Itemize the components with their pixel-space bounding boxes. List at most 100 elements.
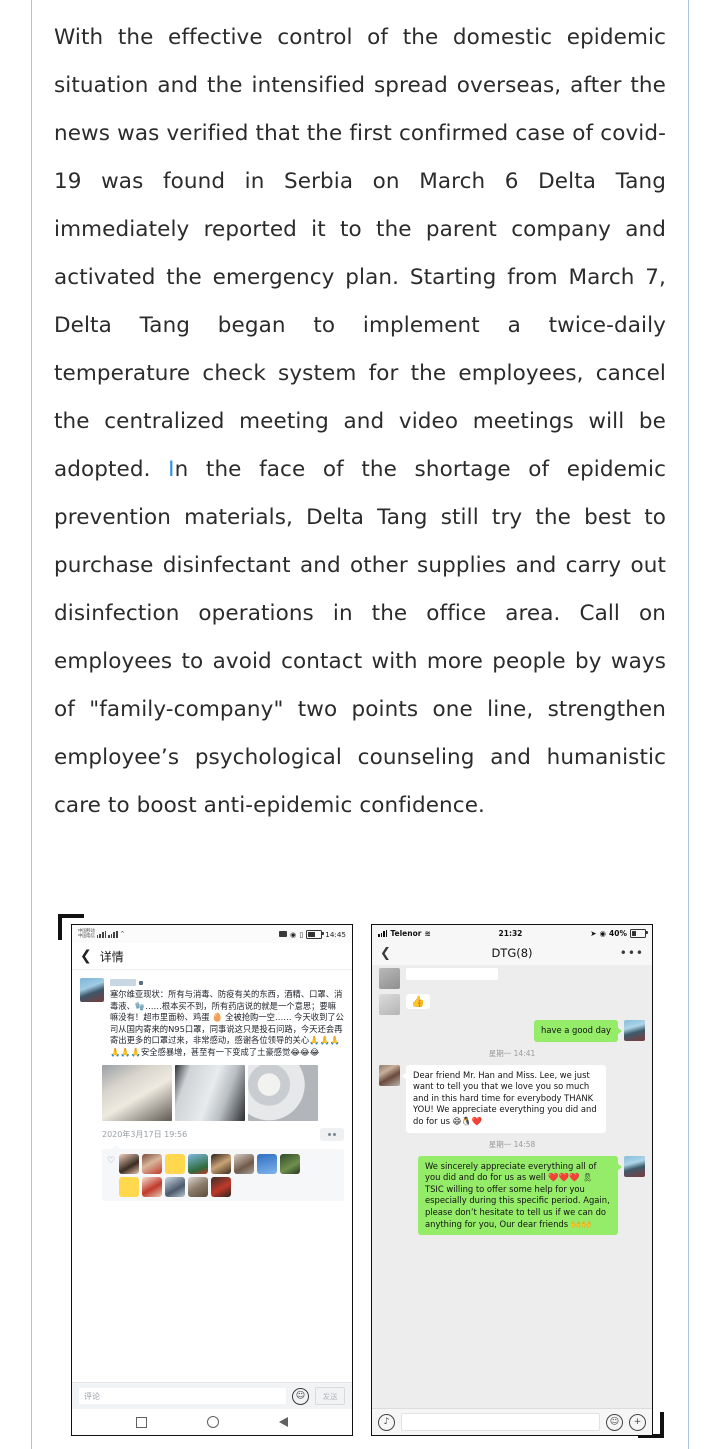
- post-photo-1[interactable]: [102, 1064, 172, 1121]
- avatar[interactable]: [624, 1155, 645, 1177]
- signal-bars-icon: [378, 929, 388, 937]
- status-right-group: ◉ ▯ 14:45: [279, 929, 346, 939]
- carrier-labels: 中国移动 中国电信: [78, 929, 95, 939]
- message-bubble-outgoing: We sincerely appreciate everything all o…: [418, 1155, 622, 1236]
- message-bubble-outgoing: have a good day: [534, 1020, 622, 1042]
- hd-icon: [279, 931, 288, 937]
- voice-message-icon[interactable]: ♪: [378, 1413, 395, 1431]
- paragraph-text-after-caret: n the face of the shortage of epidemic p…: [54, 457, 666, 818]
- post-photo-3[interactable]: [248, 1064, 318, 1121]
- emoji-icon[interactable]: ☺: [606, 1413, 623, 1431]
- post-photo-grid[interactable]: [102, 1064, 352, 1121]
- poster-badge-icon: [139, 980, 143, 985]
- poster-name-redacted: [110, 979, 136, 986]
- vibrate-icon: ▯: [299, 929, 304, 939]
- liker-avatar[interactable]: [211, 1153, 232, 1174]
- back-triangle-icon[interactable]: [279, 1417, 288, 1427]
- message-row: Dear friend Mr. Han and Miss. Lee, we ju…: [379, 1064, 645, 1133]
- document-body: With the effective control of the domest…: [54, 0, 666, 830]
- post-body-text: 塞尔维亚现状：所有与消毒、防疫有关的东西，酒精、口罩、消毒液、🧤……根本买不到，…: [110, 989, 344, 1057]
- figure-block: 中国移动 中国电信 ⌃ ◉ ▯ 14:45 ❮ 详情 塞尔维亚现状：所有与消毒、…: [55, 906, 667, 1446]
- back-icon[interactable]: ❮: [80, 949, 92, 963]
- comment-input[interactable]: 评论: [79, 1388, 286, 1404]
- screen-title: 详情: [99, 949, 124, 964]
- add-attachment-icon[interactable]: +: [629, 1413, 646, 1431]
- liker-avatars: [119, 1153, 315, 1197]
- liker-avatar[interactable]: [119, 1176, 140, 1197]
- back-icon[interactable]: ❮: [380, 946, 410, 961]
- paragraph-text-before-caret: With the effective control of the domest…: [54, 25, 666, 482]
- ios-status-bar: Telenor ≋ 21:32 ➤ ◉ 40%: [372, 925, 652, 941]
- recents-icon[interactable]: [136, 1416, 147, 1428]
- poster-name-row: [110, 978, 344, 987]
- post-content: 塞尔维亚现状：所有与消毒、防疫有关的东西，酒精、口罩、消毒液、🧤……根本买不到，…: [110, 978, 344, 1059]
- liker-avatar[interactable]: [211, 1176, 232, 1197]
- status-left-group: 中国移动 中国电信 ⌃: [78, 929, 125, 939]
- liker-avatar[interactable]: [142, 1153, 163, 1174]
- avatar[interactable]: [379, 994, 400, 1015]
- liker-avatar[interactable]: [257, 1153, 278, 1174]
- android-nav-bar: ❮ 详情: [72, 943, 352, 970]
- ios-nav-bar: ❮ DTG(8) •••: [372, 941, 652, 966]
- battery-icon: [306, 929, 324, 939]
- liker-avatar[interactable]: [165, 1153, 186, 1174]
- post-actions-button[interactable]: [320, 1127, 344, 1141]
- alarm-icon: ◉: [599, 928, 607, 938]
- carrier-line-2: 中国电信: [78, 934, 95, 939]
- wifi-icon: ≋: [424, 928, 431, 938]
- liker-avatar[interactable]: [165, 1176, 186, 1197]
- chat-message-list[interactable]: 👍 have a good day 星期一 14:41 Dear friend …: [372, 965, 652, 1409]
- timestamp-divider: 星期一 14:41: [488, 1048, 536, 1058]
- likes-panel: ♡: [102, 1144, 344, 1201]
- liker-avatar[interactable]: [142, 1176, 163, 1197]
- timestamp-divider: 星期一 14:58: [488, 1139, 536, 1149]
- signal-bars-icon-1: [96, 930, 107, 938]
- home-icon[interactable]: [207, 1416, 219, 1428]
- liker-avatar[interactable]: [188, 1153, 209, 1174]
- left-margin-rule: [31, 0, 32, 1449]
- status-left-group: Telenor ≋: [378, 929, 431, 938]
- wifi-icon: ⌃: [119, 930, 126, 938]
- message-bubble-incoming: Dear friend Mr. Han and Miss. Lee, we ju…: [402, 1064, 606, 1133]
- liker-avatar[interactable]: [280, 1153, 301, 1174]
- poster-avatar[interactable]: [80, 978, 104, 1002]
- message-row: [379, 968, 645, 989]
- status-right-group: ➤ ◉ 40%: [590, 928, 648, 938]
- liker-avatar[interactable]: [119, 1153, 140, 1174]
- carrier-label: Telenor: [390, 928, 422, 938]
- send-button[interactable]: 发送: [315, 1387, 345, 1405]
- screenshot-pair: 中国移动 中国电信 ⌃ ◉ ▯ 14:45 ❮ 详情 塞尔维亚现状：所有与消毒、…: [71, 924, 653, 1436]
- android-status-bar: 中国移动 中国电信 ⌃ ◉ ▯ 14:45: [72, 925, 352, 943]
- status-time: 21:32: [498, 928, 523, 938]
- ios-chat-screenshot: Telenor ≋ 21:32 ➤ ◉ 40% ❮ DTG(8) ••• 👍 h…: [371, 924, 653, 1436]
- post-photo-2[interactable]: [175, 1064, 245, 1121]
- message-row: have a good day: [379, 1020, 645, 1042]
- android-soft-keys: [72, 1409, 352, 1435]
- liker-avatar[interactable]: [188, 1176, 209, 1197]
- message-bubble-partial: [406, 968, 498, 980]
- heart-icon[interactable]: ♡: [107, 1154, 115, 1168]
- message-row: 👍: [379, 994, 645, 1015]
- emoji-icon[interactable]: ☺: [292, 1387, 309, 1405]
- liker-avatar[interactable]: [234, 1153, 255, 1174]
- status-time: 14:45: [325, 929, 346, 939]
- android-moments-screenshot: 中国移动 中国电信 ⌃ ◉ ▯ 14:45 ❮ 详情 塞尔维亚现状：所有与消毒、…: [71, 924, 353, 1436]
- more-options-icon[interactable]: •••: [614, 946, 644, 960]
- avatar[interactable]: [624, 1020, 645, 1041]
- battery-percent: 40%: [609, 928, 627, 938]
- moment-post: 塞尔维亚现状：所有与消毒、防疫有关的东西，酒精、口罩、消毒液、🧤……根本买不到，…: [72, 970, 352, 1059]
- avatar[interactable]: [379, 968, 400, 989]
- right-margin-rule: [688, 0, 689, 1449]
- chat-title: DTG(8): [491, 946, 533, 960]
- message-input[interactable]: [401, 1413, 600, 1431]
- message-row: We sincerely appreciate everything all o…: [379, 1155, 645, 1236]
- sticker-bubble: 👍: [406, 994, 430, 1009]
- alarm-icon: ◉: [290, 929, 297, 939]
- chat-input-bar: ♪ ☺ +: [372, 1408, 652, 1435]
- document-page: With the effective control of the domest…: [0, 0, 720, 1449]
- comment-bar: 评论 ☺ 发送: [72, 1382, 352, 1409]
- body-paragraph[interactable]: With the effective control of the domest…: [54, 0, 666, 830]
- battery-icon: [630, 928, 648, 938]
- avatar[interactable]: [379, 1064, 400, 1086]
- post-timestamp: 2020年3月17日 19:56: [102, 1129, 188, 1139]
